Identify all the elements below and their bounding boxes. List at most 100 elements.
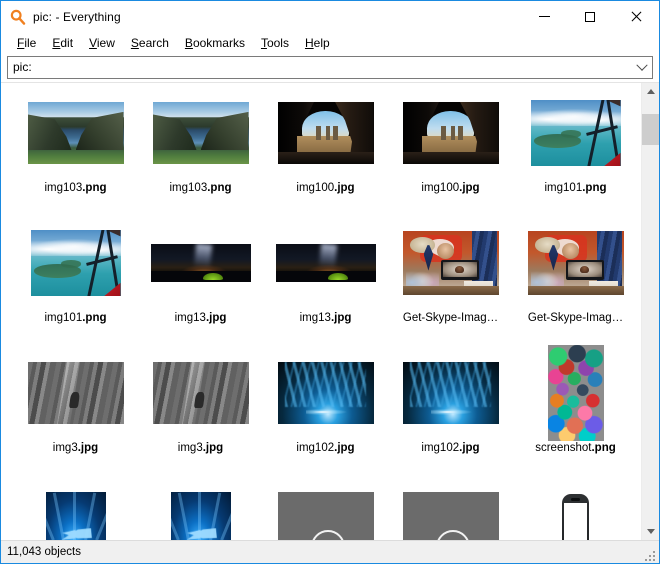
search-dropdown-button[interactable]	[632, 57, 652, 78]
menu-item-bookmarks[interactable]: Bookmarks	[177, 34, 253, 52]
cave-floor	[278, 152, 374, 164]
thumbnail-item[interactable]: img102.jpg	[263, 343, 388, 473]
menu-accel-key: V	[89, 36, 97, 50]
grip-dot-2	[649, 555, 651, 557]
thumbnail[interactable]	[31, 230, 121, 296]
menu-item-search[interactable]: Search	[123, 34, 177, 52]
menu-item-help[interactable]: Help	[297, 34, 338, 52]
thumbnail-item[interactable]: img101.png	[513, 83, 638, 213]
phone-screen	[564, 503, 586, 540]
thumbnail[interactable]	[278, 492, 374, 540]
file-base-name: img3	[53, 442, 78, 454]
thumbnail[interactable]	[278, 102, 374, 164]
thumbnail[interactable]	[531, 100, 621, 166]
thumbnail[interactable]	[528, 231, 624, 295]
thumbnail-image	[403, 492, 499, 540]
thumbnail-item[interactable]	[138, 473, 263, 540]
thumbnail[interactable]	[171, 492, 231, 540]
thumbnail-item[interactable]: img3.jpg	[13, 343, 138, 473]
thumbnail-item[interactable]: img3.jpg	[138, 343, 263, 473]
thumbnail-image	[403, 231, 499, 295]
thumbnail-item[interactable]: img101.png	[13, 213, 138, 343]
menu-item-view[interactable]: View	[81, 34, 123, 52]
thumbnail-grid-pane[interactable]: img103.pngimg103.pngimg100.jpgimg100.jpg…	[1, 83, 641, 540]
sea-stack-3	[458, 126, 463, 141]
minimize-button[interactable]	[521, 1, 567, 32]
search-input[interactable]	[8, 58, 632, 77]
scrollbar-thumb[interactable]	[642, 114, 659, 145]
thumbnail-item[interactable]: Get-Skype-Imag…	[388, 213, 513, 343]
menu-item-tools[interactable]: Tools	[253, 34, 297, 52]
grid-row	[1, 473, 641, 540]
grid-gutter	[1, 83, 13, 213]
close-button[interactable]	[613, 1, 659, 32]
thumbnail-item[interactable]: img102.jpg	[388, 343, 513, 473]
scrollbar-track[interactable]	[642, 100, 659, 523]
window-title: pic: - Everything	[33, 10, 121, 24]
menu-accel-key: H	[305, 36, 314, 50]
file-extension: .png	[82, 182, 106, 194]
thumbnail[interactable]	[28, 102, 124, 164]
phone-speaker	[571, 498, 579, 501]
thumbnail-image	[278, 102, 374, 164]
file-extension: .png	[582, 182, 606, 194]
file-name-label: img102.jpg	[421, 441, 479, 455]
search-combobox[interactable]	[7, 56, 653, 79]
menu-accel-key: B	[185, 36, 193, 50]
thumbnail[interactable]	[276, 244, 376, 282]
thumbnail-image	[554, 492, 598, 540]
maximize-button[interactable]	[567, 1, 613, 32]
thumbnail[interactable]	[554, 492, 598, 540]
grid-row: img3.jpgimg3.jpgimg102.jpgimg102.jpgscre…	[1, 343, 641, 473]
grid-gutter	[1, 213, 13, 343]
thumbnail-box	[278, 89, 374, 177]
island-near	[34, 264, 81, 277]
thumbnail[interactable]	[153, 102, 249, 164]
vertical-scrollbar[interactable]	[641, 83, 659, 540]
thumbnail-image	[278, 362, 374, 424]
resize-grip[interactable]	[645, 549, 657, 561]
thumbnail-item[interactable]: img103.png	[138, 83, 263, 213]
thumbnail-item[interactable]: img100.jpg	[263, 83, 388, 213]
thumbnail-box	[153, 89, 249, 177]
light-ray-5	[220, 495, 231, 540]
sea-stack-3	[333, 126, 338, 141]
thumbnail-item[interactable]	[388, 473, 513, 540]
thumbnail[interactable]	[153, 362, 249, 424]
scroll-up-button[interactable]	[642, 83, 659, 100]
file-base-name: img13	[300, 312, 331, 324]
thumbnail-item[interactable]: Get-Skype-Imag…	[513, 213, 638, 343]
thumbnail-item[interactable]: screenshot.png	[513, 343, 638, 473]
thumbnail-item[interactable]: img100.jpg	[388, 83, 513, 213]
window-controls	[521, 1, 659, 32]
thumbnail[interactable]	[403, 362, 499, 424]
sea-stack-2	[451, 126, 456, 141]
menu-label-rest: earch	[139, 36, 169, 50]
thumbnail[interactable]	[403, 102, 499, 164]
thumbnail[interactable]	[403, 231, 499, 295]
thumbnail-box	[403, 219, 499, 307]
thumbnail-item[interactable]: img103.png	[13, 83, 138, 213]
red-wing	[101, 276, 121, 296]
menu-item-file[interactable]: File	[9, 34, 44, 52]
thumbnail[interactable]	[548, 345, 604, 441]
clouds	[531, 109, 621, 126]
menu-bar: FileEditViewSearchBookmarksToolsHelp	[1, 32, 659, 54]
thumbnail-item[interactable]	[263, 473, 388, 540]
thumbnail[interactable]	[278, 362, 374, 424]
grid-row: img103.pngimg103.pngimg100.jpgimg100.jpg…	[1, 83, 641, 213]
thumbnail[interactable]	[46, 492, 106, 540]
thumbnail[interactable]	[28, 362, 124, 424]
thumbnail[interactable]	[403, 492, 499, 540]
chevron-down-icon	[647, 529, 655, 534]
thumbnail-item[interactable]: img13.jpg	[263, 213, 388, 343]
thumbnail[interactable]	[151, 244, 251, 282]
island-near	[534, 134, 581, 147]
file-extension: .jpg	[203, 442, 223, 454]
sea-stack-1	[316, 126, 321, 141]
thumbnail-item[interactable]	[513, 473, 638, 540]
menu-item-edit[interactable]: Edit	[44, 34, 81, 52]
thumbnail-item[interactable]	[13, 473, 138, 540]
scroll-down-button[interactable]	[642, 523, 659, 540]
thumbnail-item[interactable]: img13.jpg	[138, 213, 263, 343]
